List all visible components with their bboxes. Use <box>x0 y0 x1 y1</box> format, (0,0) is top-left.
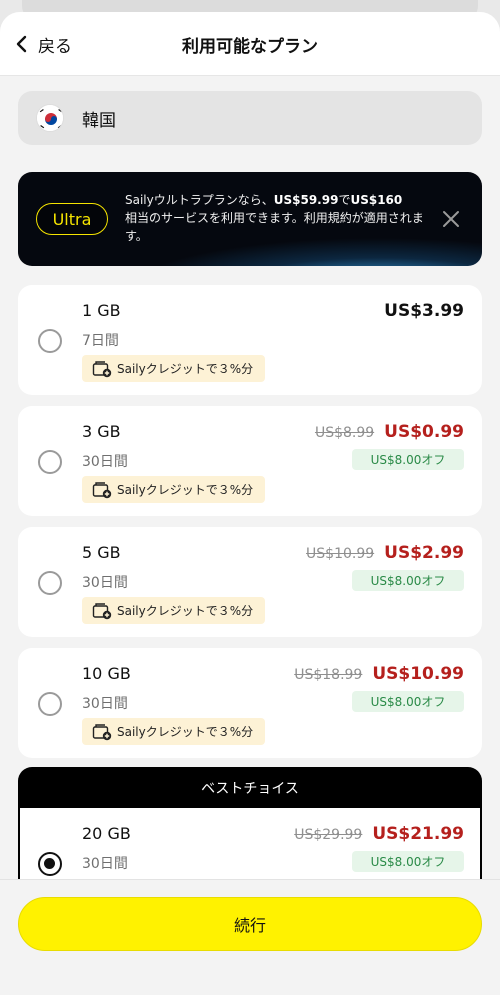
credit-label: Sailyクレジットで３%分 <box>117 483 254 497</box>
plan-duration: 30日間 <box>82 454 128 470</box>
plan-price: US$3.99 <box>384 301 464 321</box>
discount-badge: US$8.00オフ <box>352 851 464 872</box>
country-name: 韓国 <box>82 110 116 131</box>
price-group: US$3.99 <box>384 301 464 321</box>
original-price: US$18.99 <box>294 667 363 683</box>
plan-card-5gb[interactable]: 5 GB 30日間 Sailyクレジットで３%分 US$10.99 US$2.9… <box>18 527 482 637</box>
plan-card-1gb[interactable]: 1 GB 7日間 Sailyクレジットで３%分 US$3.99 <box>18 285 482 395</box>
price-group: US$8.99 US$0.99 <box>315 422 464 442</box>
banner-text: Sailyウルトラプランなら、US$59.99でUS$160 相当のサービスを利用… <box>125 191 425 245</box>
plan-duration: 30日間 <box>82 575 128 591</box>
credit-label: Sailyクレジットで３%分 <box>117 362 254 376</box>
plan-duration: 30日間 <box>82 856 128 872</box>
wallet-plus-icon <box>92 723 112 740</box>
best-choice-label: ベストチョイス <box>201 780 299 797</box>
price-group: US$18.99 US$10.99 <box>294 664 464 684</box>
plan-price: US$2.99 <box>384 543 464 563</box>
plan-card-3gb[interactable]: 3 GB 30日間 Sailyクレジットで３%分 US$8.99 US$0.99… <box>18 406 482 516</box>
plan-radio-selected[interactable] <box>38 852 62 876</box>
saily-credit-badge: Sailyクレジットで３%分 <box>82 718 266 745</box>
plan-price: US$21.99 <box>372 824 464 844</box>
original-price: US$8.99 <box>314 425 375 441</box>
plan-radio[interactable] <box>38 692 62 716</box>
continue-button[interactable]: 続行 <box>18 897 482 951</box>
discount-badge: US$8.00オフ <box>352 449 464 470</box>
plans-sheet: 戻る 利用可能なプラン 韓国 Ultra Sailyウルトラプランなら、US$5… <box>0 12 500 995</box>
plan-data-amount: 10 GB <box>82 664 131 683</box>
country-selector[interactable]: 韓国 <box>18 91 482 145</box>
ultra-plan-banner[interactable]: Ultra Sailyウルトラプランなら、US$59.99でUS$160 相当のサ… <box>18 172 482 266</box>
plan-price: US$10.99 <box>372 664 464 684</box>
plan-data-amount: 20 GB <box>82 824 131 843</box>
close-icon[interactable] <box>440 208 462 230</box>
plan-radio[interactable] <box>38 571 62 595</box>
banner-text-mid: で <box>338 193 351 207</box>
saily-credit-badge: Sailyクレジットで３%分 <box>82 476 266 503</box>
plan-data-amount: 3 GB <box>82 422 121 441</box>
banner-text-suffix: 相当のサービスを利用できます。利用規約が適用されます。 <box>125 211 424 243</box>
plan-data-amount: 5 GB <box>82 543 121 562</box>
plan-radio[interactable] <box>38 450 62 474</box>
banner-price-a: US$59.99 <box>273 193 339 207</box>
price-group: US$10.99 US$2.99 <box>306 543 464 563</box>
saily-credit-badge: Sailyクレジットで３%分 <box>82 355 266 382</box>
credit-label: Sailyクレジットで３%分 <box>117 725 254 739</box>
wallet-plus-icon <box>92 602 112 619</box>
saily-credit-badge: Sailyクレジットで３%分 <box>82 597 266 624</box>
plan-duration: 30日間 <box>82 696 128 712</box>
credit-label: Sailyクレジットで３%分 <box>117 604 254 618</box>
original-price: US$29.99 <box>294 827 363 843</box>
header: 戻る 利用可能なプラン <box>0 12 500 76</box>
plan-data-amount: 1 GB <box>82 301 121 320</box>
page-title: 利用可能なプラン <box>182 37 318 57</box>
plan-price: US$0.99 <box>384 422 464 442</box>
wallet-plus-icon <box>92 481 112 498</box>
discount-badge: US$8.00オフ <box>352 570 464 591</box>
price-group: US$29.99 US$21.99 <box>294 824 464 844</box>
discount-badge: US$8.00オフ <box>352 691 464 712</box>
plan-card-10gb[interactable]: 10 GB 30日間 Sailyクレジットで３%分 US$18.99 US$10… <box>18 648 482 758</box>
footer: 続行 <box>0 879 500 995</box>
original-price: US$10.99 <box>306 546 375 562</box>
banner-text-prefix: Sailyウルトラプランなら、 <box>125 193 274 207</box>
ultra-badge: Ultra <box>36 203 108 235</box>
plan-duration: 7日間 <box>82 333 119 349</box>
banner-price-b: US$160 <box>350 193 403 207</box>
plan-radio[interactable] <box>38 329 62 353</box>
wallet-plus-icon <box>92 360 112 377</box>
south-korea-flag-icon <box>36 104 64 132</box>
